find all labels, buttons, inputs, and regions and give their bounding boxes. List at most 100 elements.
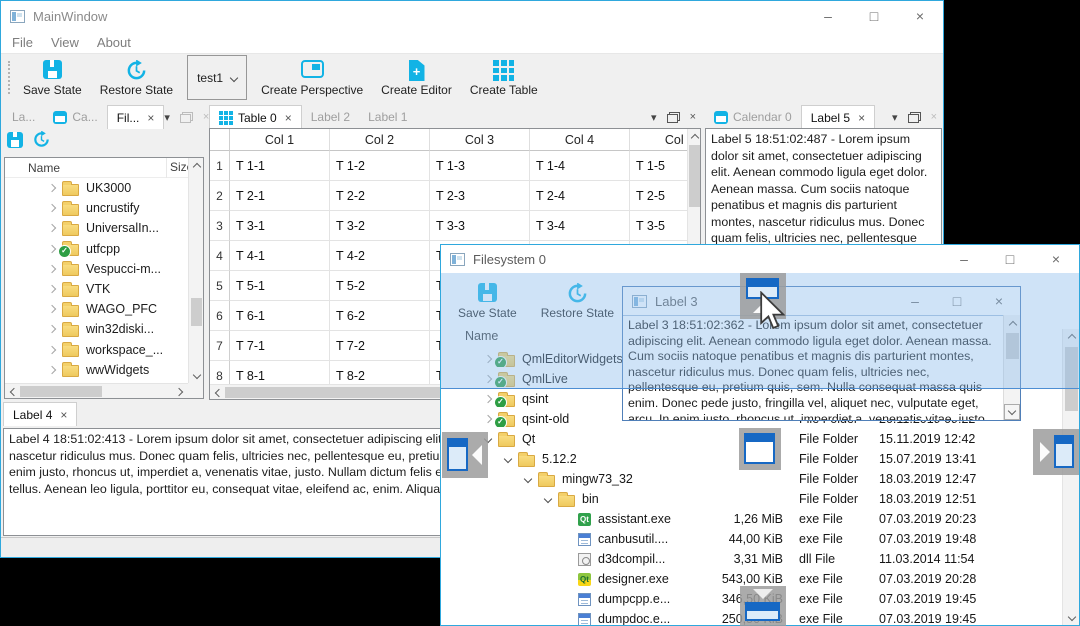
menu-item[interactable]: View xyxy=(42,35,88,50)
close-button[interactable]: × xyxy=(897,1,943,31)
main-titlebar[interactable]: MainWindow – □ × xyxy=(1,1,943,31)
maximize-button[interactable]: □ xyxy=(987,245,1033,273)
maximize-button[interactable]: □ xyxy=(851,1,897,31)
tree-item[interactable]: win32diski... xyxy=(5,319,188,339)
save-icon[interactable] xyxy=(7,131,23,148)
chevron-icon[interactable] xyxy=(523,474,533,484)
row-header[interactable]: 4 xyxy=(210,241,230,271)
menu-item[interactable]: About xyxy=(88,35,140,50)
dock-indicator-bottom[interactable] xyxy=(740,586,786,626)
tab-label5[interactable]: Label 5 × xyxy=(800,105,876,129)
table-cell[interactable]: T 6-1 xyxy=(230,301,330,331)
restore-icon[interactable] xyxy=(33,131,50,148)
dock-indicator-right[interactable] xyxy=(1033,429,1079,475)
table-cell[interactable]: T 3-4 xyxy=(530,211,630,241)
table-cell[interactable]: T 4-1 xyxy=(230,241,330,271)
tab-close-icon[interactable]: × xyxy=(147,111,154,125)
scroll-thumb[interactable] xyxy=(20,386,102,397)
column-header-size[interactable]: Size xyxy=(166,158,188,178)
create-perspective-button[interactable]: Create Perspective xyxy=(252,54,372,101)
row-header[interactable]: 6 xyxy=(210,301,230,331)
chevron-right-icon[interactable] xyxy=(47,204,57,213)
chevron-right-icon[interactable] xyxy=(47,183,57,193)
tab-table0[interactable]: Table 0 × xyxy=(209,105,302,129)
chevron-right-icon[interactable] xyxy=(47,304,57,314)
scroll-down-button[interactable] xyxy=(189,368,204,383)
save-state-button[interactable]: Save State xyxy=(14,54,91,101)
column-header[interactable]: Col 4 xyxy=(530,129,630,151)
table-cell[interactable]: T 6-2 xyxy=(330,301,430,331)
scroll-up-button[interactable] xyxy=(189,158,204,173)
table-cell[interactable]: T 1-5 xyxy=(630,151,688,181)
tab-close-icon[interactable]: × xyxy=(60,408,67,422)
tab-label0[interactable]: La... xyxy=(3,106,44,129)
chevron-right-icon[interactable] xyxy=(47,365,57,375)
scroll-left-button[interactable] xyxy=(210,385,225,400)
scroll-right-button[interactable] xyxy=(173,384,188,399)
tab-menu-button[interactable]: ▾ xyxy=(892,111,898,124)
fs-tree-item[interactable]: canbusutil.... 44,00 KiB exe File 07.03.… xyxy=(441,529,1061,549)
tree-item[interactable]: uncrustify xyxy=(5,198,188,218)
table-cell[interactable]: T 7-2 xyxy=(330,331,430,361)
chevron-right-icon[interactable] xyxy=(47,264,57,274)
tab-label4[interactable]: Label 4 × xyxy=(3,402,78,426)
table-cell[interactable]: T 2-5 xyxy=(630,181,688,211)
row-header[interactable]: 5 xyxy=(210,271,230,301)
scroll-thumb[interactable] xyxy=(191,298,202,326)
table-cell[interactable]: T 5-1 xyxy=(230,271,330,301)
row-header[interactable]: 8 xyxy=(210,361,230,385)
perspective-combobox[interactable]: test1 xyxy=(187,55,248,100)
tree-item[interactable]: UniversalIn... xyxy=(5,218,188,238)
dock-indicator-center[interactable] xyxy=(739,428,781,470)
table-cell[interactable]: T 3-2 xyxy=(330,211,430,241)
tab-menu-button[interactable]: ▾ xyxy=(651,111,657,124)
restore-state-button[interactable]: Restore State xyxy=(91,54,182,101)
table-cell[interactable]: T 1-1 xyxy=(230,151,330,181)
chevron-icon[interactable] xyxy=(483,394,493,404)
scroll-up-button[interactable] xyxy=(687,129,702,144)
dock-close-button[interactable]: × xyxy=(690,111,696,123)
tree-item[interactable]: VTK xyxy=(5,279,188,299)
create-editor-button[interactable]: Create Editor xyxy=(372,54,461,101)
fs-tree-item[interactable]: bin File Folder 18.03.2019 12:51 xyxy=(441,489,1061,509)
create-table-button[interactable]: Create Table xyxy=(461,54,547,101)
tree-item[interactable]: utfcpp xyxy=(5,239,188,259)
tab-calendar0[interactable]: Calendar 0 xyxy=(705,106,801,129)
table-cell[interactable]: T 7-1 xyxy=(230,331,330,361)
table-cell[interactable]: T 2-2 xyxy=(330,181,430,211)
column-header[interactable]: Col 1 xyxy=(230,129,330,151)
dock-indicator-left[interactable] xyxy=(442,432,488,478)
chevron-right-icon[interactable] xyxy=(47,345,57,354)
fs-tree-item[interactable]: d3dcompil... 3,31 MiB dll File 11.03.201… xyxy=(441,549,1061,569)
float-button[interactable] xyxy=(666,111,680,123)
column-header-name[interactable]: Name xyxy=(28,161,60,175)
tree-item[interactable]: workspace_... xyxy=(5,340,188,360)
table-cell[interactable]: T 2-1 xyxy=(230,181,330,211)
chevron-icon[interactable] xyxy=(503,454,513,464)
chevron-right-icon[interactable] xyxy=(47,325,57,334)
table-cell[interactable]: T 4-2 xyxy=(330,241,430,271)
column-header[interactable]: Col 5 xyxy=(630,129,688,151)
table-cell[interactable]: T 1-2 xyxy=(330,151,430,181)
row-header[interactable]: 2 xyxy=(210,181,230,211)
table-cell[interactable]: T 3-1 xyxy=(230,211,330,241)
tab-calendar[interactable]: Ca... xyxy=(44,106,106,129)
table-cell[interactable]: T 1-3 xyxy=(430,151,530,181)
fs-tree-item[interactable]: assistant.exe 1,26 MiB exe File 07.03.20… xyxy=(441,509,1061,529)
table-cell[interactable]: T 2-4 xyxy=(530,181,630,211)
table-cell[interactable]: T 8-1 xyxy=(230,361,330,385)
table-cell[interactable]: T 2-3 xyxy=(430,181,530,211)
column-header[interactable]: Col 2 xyxy=(330,129,430,151)
tab-menu-button[interactable]: ▾ xyxy=(164,111,170,124)
tree-item[interactable]: WAGO_PFC xyxy=(5,299,188,319)
dock-close-button[interactable]: × xyxy=(931,111,937,123)
table-cell[interactable]: T 5-2 xyxy=(330,271,430,301)
toolbar-handle[interactable] xyxy=(8,61,11,94)
table-cell[interactable]: T 8-2 xyxy=(330,361,430,385)
fs-tree-item[interactable]: mingw73_32 File Folder 18.03.2019 12:47 xyxy=(441,469,1061,489)
fs-titlebar[interactable]: Filesystem 0 – □ × xyxy=(441,245,1079,273)
minimize-button[interactable]: – xyxy=(941,245,987,273)
table-cell[interactable]: T 3-5 xyxy=(630,211,688,241)
scroll-down-button[interactable] xyxy=(1004,404,1020,420)
tree-vscrollbar[interactable] xyxy=(188,158,203,383)
